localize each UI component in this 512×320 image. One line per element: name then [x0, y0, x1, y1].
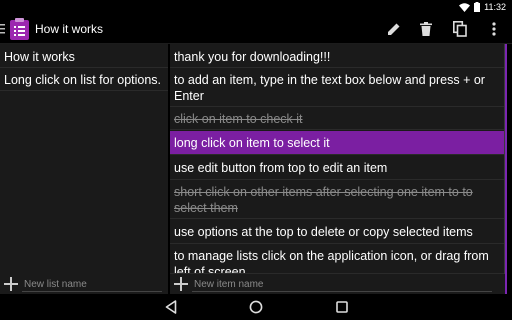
lists-pane: How it works Long click on list for opti…: [0, 44, 168, 294]
trash-icon: [420, 22, 432, 36]
new-list-input[interactable]: [24, 278, 144, 290]
copy-button[interactable]: [448, 18, 472, 40]
nav-drawer-icon[interactable]: [0, 24, 8, 34]
new-list-underline: [22, 291, 162, 292]
item-text: long click on item to select it: [174, 136, 330, 150]
add-list-icon[interactable]: [4, 277, 18, 291]
item-text: to manage lists click on the application…: [174, 249, 489, 274]
edit-button[interactable]: [382, 18, 406, 40]
new-item-bar: [170, 274, 505, 294]
add-item-icon[interactable]: [174, 277, 188, 291]
list-item[interactable]: Long click on list for options.: [0, 69, 168, 91]
list-item[interactable]: long click on item to select it: [170, 131, 504, 155]
list-item-label: How it works: [4, 50, 75, 64]
back-button[interactable]: [163, 299, 179, 315]
list-item[interactable]: to add an item, type in the text box bel…: [170, 69, 504, 107]
list-item[interactable]: click on item to check it: [170, 108, 504, 130]
list-item[interactable]: How it works: [0, 46, 168, 68]
list-item[interactable]: thank you for downloading!!!: [170, 46, 504, 68]
items-pane: thank you for downloading!!! to add an i…: [170, 44, 505, 294]
action-bar-title: How it works: [35, 22, 104, 36]
list-item-label: Long click on list for options.: [4, 73, 162, 87]
overflow-icon: [492, 22, 496, 36]
list-item[interactable]: use options at the top to delete or copy…: [170, 220, 504, 244]
copy-icon: [453, 21, 467, 37]
home-button[interactable]: [248, 299, 264, 315]
status-time: 11:32: [484, 2, 506, 12]
new-item-input[interactable]: [194, 278, 314, 290]
recents-icon: [336, 301, 348, 313]
item-text: use options at the top to delete or copy…: [174, 225, 473, 239]
status-icons: 11:32: [459, 1, 506, 13]
item-text: to add an item, type in the text box bel…: [174, 73, 485, 103]
system-nav-bar: [0, 294, 512, 320]
item-text: thank you for downloading!!!: [174, 50, 331, 64]
overflow-menu-button[interactable]: [482, 18, 506, 40]
wifi-icon: [459, 2, 471, 12]
back-icon: [165, 300, 177, 314]
list-item[interactable]: short click on other items after selecti…: [170, 181, 504, 219]
new-list-bar: [0, 274, 168, 294]
delete-button[interactable]: [414, 18, 438, 40]
list-item[interactable]: to manage lists click on the application…: [170, 245, 504, 274]
battery-icon: [474, 2, 481, 12]
new-item-underline: [192, 291, 492, 292]
pane-accent-line: [505, 44, 507, 294]
status-bar: 11:32: [0, 0, 512, 14]
home-icon: [249, 300, 263, 314]
list-item[interactable]: use edit button from top to edit an item: [170, 156, 504, 180]
recents-button[interactable]: [334, 299, 350, 315]
action-bar: How it works: [0, 14, 512, 44]
item-text: short click on other items after selecti…: [174, 185, 473, 215]
app-clipboard-icon[interactable]: [10, 18, 29, 40]
pencil-icon: [388, 23, 400, 35]
item-text: click on item to check it: [174, 112, 303, 126]
item-text: use edit button from top to edit an item: [174, 161, 388, 175]
